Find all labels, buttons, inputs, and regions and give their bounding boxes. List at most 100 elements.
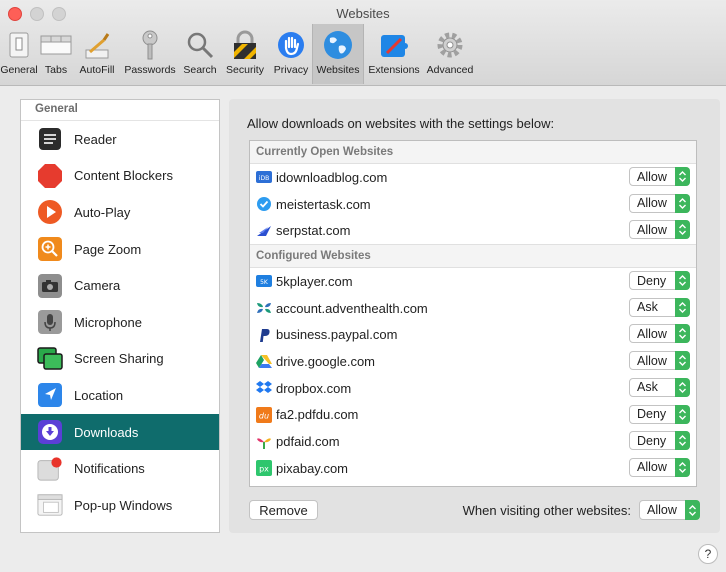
sidebar-item-popup-windows[interactable]: Pop-up Windows	[21, 487, 219, 524]
tabs-icon	[39, 28, 73, 62]
paypal-favicon-icon	[256, 327, 272, 343]
download-icon	[37, 419, 63, 445]
select-stepper-icon	[675, 351, 690, 371]
select-stepper-icon	[675, 167, 690, 186]
svg-text:du: du	[259, 411, 269, 420]
permission-select[interactable]: Allow	[629, 193, 690, 213]
other-websites-select[interactable]: Allow	[639, 500, 700, 520]
sidebar-item-location[interactable]: Location	[21, 377, 219, 414]
tab-websites[interactable]: Websites	[312, 24, 364, 84]
website-row: iDB idownloadblog.com Allow	[250, 164, 696, 191]
permission-select[interactable]: Allow	[629, 324, 690, 344]
panel-description: Allow downloads on websites with the set…	[247, 116, 555, 131]
configured-websites-header: Configured Websites	[250, 244, 696, 269]
general-icon	[2, 28, 36, 62]
camera-icon	[37, 273, 63, 299]
permission-select[interactable]: Allow	[629, 167, 690, 186]
sidebar-item-microphone[interactable]: Microphone	[21, 304, 219, 341]
permission-select[interactable]: Deny	[629, 404, 690, 424]
select-stepper-icon	[675, 297, 690, 317]
website-row: du fa2.pdfdu.com Deny	[250, 402, 696, 429]
website-row: pdfaid.com Deny	[250, 428, 696, 455]
tab-advanced[interactable]: Advanced	[424, 24, 476, 84]
meistertask-favicon-icon	[256, 196, 272, 212]
select-stepper-icon	[675, 457, 690, 477]
key-icon	[133, 28, 167, 62]
website-row: business.paypal.com Allow	[250, 321, 696, 348]
select-stepper-icon	[675, 431, 690, 451]
website-row: dropbox.com Ask	[250, 375, 696, 402]
tab-search[interactable]: Search	[180, 24, 220, 84]
location-icon	[37, 382, 63, 408]
select-stepper-icon	[675, 193, 690, 213]
microphone-icon	[37, 309, 63, 335]
stop-icon	[37, 163, 63, 189]
hand-icon	[274, 28, 308, 62]
lock-icon	[228, 28, 262, 62]
sidebar-header: General	[21, 100, 219, 121]
currently-open-header: Currently Open Websites	[250, 141, 696, 164]
notification-icon	[37, 456, 63, 482]
permission-select[interactable]: Deny	[629, 431, 690, 451]
autofill-icon	[80, 28, 114, 62]
sidebar-item-reader[interactable]: Reader	[21, 121, 219, 158]
remove-button[interactable]: Remove	[249, 500, 318, 520]
tab-security[interactable]: Security	[220, 24, 270, 84]
select-stepper-icon	[675, 271, 690, 291]
pdfdu-favicon-icon: du	[256, 406, 272, 423]
5kplayer-favicon-icon: 5K	[256, 273, 272, 289]
svg-text:iDB: iDB	[259, 175, 269, 182]
permission-select[interactable]: Ask	[629, 297, 690, 317]
sidebar-item-page-zoom[interactable]: Page Zoom	[21, 231, 219, 268]
search-icon	[183, 28, 217, 62]
play-icon	[37, 199, 63, 225]
permission-select[interactable]: Ask	[629, 377, 690, 397]
select-stepper-icon	[685, 500, 700, 520]
website-row: serpstat.com Allow	[250, 217, 696, 244]
tab-extensions[interactable]: Extensions	[364, 24, 424, 84]
website-row: drive.google.com Allow	[250, 348, 696, 375]
tab-passwords[interactable]: Passwords	[120, 24, 180, 84]
permission-select[interactable]: Allow	[629, 457, 690, 477]
popup-window-icon	[37, 492, 63, 518]
website-row: px pixabay.com Allow	[250, 455, 696, 482]
screen-sharing-icon	[37, 346, 63, 372]
gear-icon	[433, 28, 467, 62]
other-websites-label: When visiting other websites:	[462, 503, 631, 518]
select-stepper-icon	[675, 220, 690, 240]
sidebar-item-notifications[interactable]: Notifications	[21, 450, 219, 487]
tab-tabs[interactable]: Tabs	[38, 24, 74, 84]
permission-select[interactable]: Allow	[629, 351, 690, 371]
permission-select[interactable]: Deny	[629, 271, 690, 291]
sidebar-item-screen-sharing[interactable]: Screen Sharing	[21, 341, 219, 378]
svg-text:5K: 5K	[260, 279, 269, 286]
svg-text:px: px	[259, 465, 269, 474]
select-stepper-icon	[675, 324, 690, 344]
adventhealth-favicon-icon	[256, 300, 272, 316]
sidebar-item-camera[interactable]: Camera	[21, 267, 219, 304]
preferences-toolbar: General Tabs AutoFill Passwords Search S…	[0, 24, 476, 84]
website-row: meistertask.com Allow	[250, 191, 696, 218]
sidebar-item-auto-play[interactable]: Auto-Play	[21, 194, 219, 231]
tab-autofill[interactable]: AutoFill	[74, 24, 120, 84]
tab-privacy[interactable]: Privacy	[270, 24, 312, 84]
tab-general[interactable]: General	[0, 24, 38, 84]
idownloadblog-favicon-icon: iDB	[256, 169, 272, 185]
websites-list[interactable]: Currently Open Websites iDB idownloadblo…	[249, 140, 697, 487]
globe-icon	[321, 28, 355, 62]
pixabay-favicon-icon: px	[256, 460, 272, 477]
downloads-settings-panel: Allow downloads on websites with the set…	[229, 99, 720, 533]
help-button[interactable]: ?	[698, 544, 718, 564]
website-row: account.adventhealth.com Ask	[250, 295, 696, 322]
puzzle-icon	[377, 28, 411, 62]
google-drive-favicon-icon	[256, 353, 272, 369]
sidebar-item-content-blockers[interactable]: Content Blockers	[21, 158, 219, 195]
settings-sidebar: General Reader Content Blockers Auto-Pla…	[20, 99, 220, 533]
select-stepper-icon	[675, 377, 690, 397]
website-row: 5K 5kplayer.com Deny	[250, 268, 696, 295]
zoom-icon	[37, 236, 63, 262]
pdfaid-favicon-icon	[256, 434, 272, 450]
sidebar-item-downloads[interactable]: Downloads	[21, 413, 219, 451]
dropbox-favicon-icon	[256, 380, 272, 396]
permission-select[interactable]: Allow	[629, 220, 690, 240]
